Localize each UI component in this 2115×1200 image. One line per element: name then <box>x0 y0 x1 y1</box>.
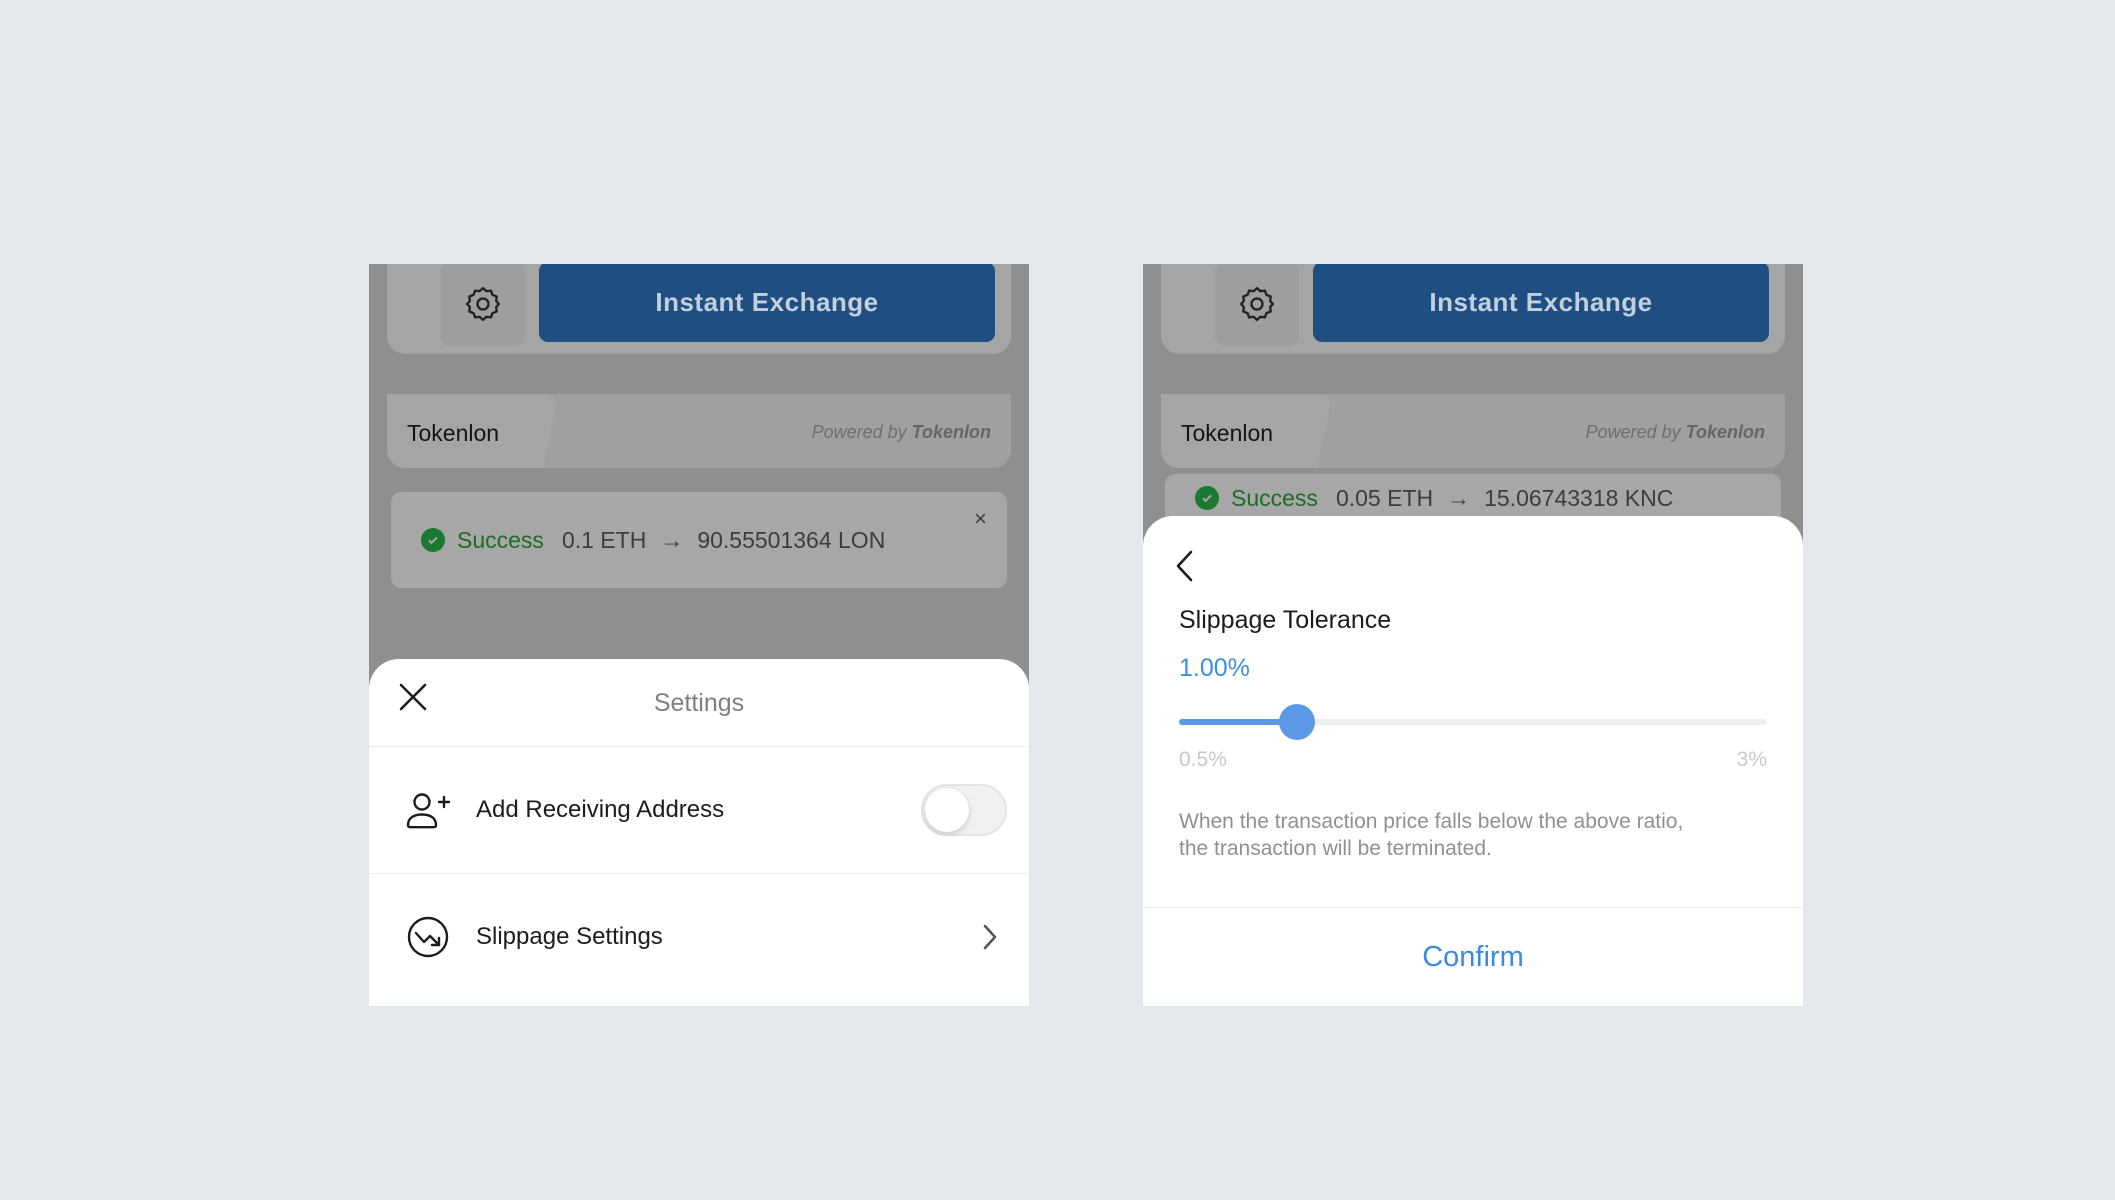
powered-prefix: Powered by <box>811 422 907 442</box>
from-amount: 0.1 ETH <box>561 526 647 553</box>
instant-exchange-button[interactable]: Instant Exchange <box>1313 264 1769 342</box>
check-circle-icon <box>1195 486 1219 510</box>
powered-by-label: Powered by Tokenlon <box>812 422 991 443</box>
toggle-knob <box>925 788 969 832</box>
to-amount: 15.06743318 KNC <box>1484 484 1674 511</box>
check-circle-icon <box>421 528 445 552</box>
settings-button[interactable] <box>441 264 525 346</box>
setting-label-slippage-settings: Slippage Settings <box>476 923 663 950</box>
gear-icon <box>465 286 501 322</box>
slippage-slider[interactable] <box>1179 704 1767 740</box>
dismiss-notification-icon[interactable]: × <box>974 506 987 532</box>
swap-card: Instant Exchange <box>387 264 1011 354</box>
sheet-title: Settings <box>653 689 745 717</box>
add-user-icon <box>406 793 451 829</box>
instant-exchange-button[interactable]: Instant Exchange <box>539 264 995 342</box>
slippage-sheet: Slippage Tolerance 1.00% 0.5% 3% When th… <box>1143 516 1803 1006</box>
slippage-note-line: When the transaction price falls below t… <box>1179 810 1684 833</box>
from-amount: 0.05 ETH <box>1335 484 1434 511</box>
slider-max-label: 3% <box>1736 748 1767 771</box>
provider-tab-label[interactable]: Tokenlon <box>1181 420 1273 447</box>
settings-sheet: Settings Add Receiving Address Slippage … <box>369 659 1029 1006</box>
slider-min-label: 0.5% <box>1179 748 1227 771</box>
swap-card: Instant Exchange <box>1161 264 1785 354</box>
powered-prefix: Powered by <box>1585 422 1681 442</box>
powered-by-label: Powered by Tokenlon <box>1586 422 1765 443</box>
powered-brand: Tokenlon <box>911 422 991 442</box>
gear-icon <box>1239 286 1275 322</box>
provider-tab-label[interactable]: Tokenlon <box>407 420 499 447</box>
to-amount: 90.55501364 LON <box>697 526 886 553</box>
setting-row-add-receiving-address[interactable]: Add Receiving Address <box>369 747 1029 873</box>
settings-screen: Instant Exchange Tokenlon Powered by Tok… <box>369 264 1029 1006</box>
status-badge: Success <box>1231 484 1318 511</box>
success-notification: Success 0.1 ETH → 90.55501364 LON × <box>391 492 1007 588</box>
slippage-value: 1.00% <box>1179 654 1250 682</box>
slippage-icon <box>407 916 449 958</box>
slippage-note-line: the transaction will be terminated. <box>1179 837 1492 860</box>
powered-brand: Tokenlon <box>1685 422 1765 442</box>
receiving-address-toggle[interactable] <box>921 784 1007 836</box>
slider-thumb[interactable] <box>1278 704 1315 740</box>
arrow-right-icon: → <box>1447 484 1471 511</box>
slippage-screen: Instant Exchange Tokenlon Powered by Tok… <box>1143 264 1803 1006</box>
setting-row-slippage-settings[interactable]: Slippage Settings <box>369 874 1029 1000</box>
chevron-right-icon <box>983 924 997 950</box>
setting-label-add-receiving-address: Add Receiving Address <box>476 796 725 823</box>
settings-button[interactable] <box>1215 264 1299 346</box>
status-badge: Success <box>457 526 544 553</box>
chevron-left-icon[interactable] <box>1173 548 1195 584</box>
arrow-right-icon: → <box>660 526 684 553</box>
slippage-note: When the transaction price falls below t… <box>1179 808 1779 862</box>
slippage-title: Slippage Tolerance <box>1179 606 1392 634</box>
confirm-button[interactable]: Confirm <box>1143 908 1803 1006</box>
